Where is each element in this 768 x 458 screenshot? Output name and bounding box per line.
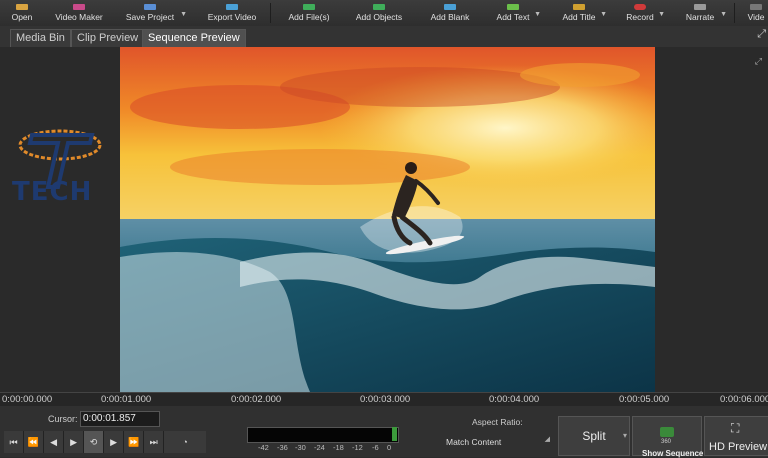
- meter-scale-label: -18: [333, 443, 344, 452]
- ruler-tick-label: 0:00:04.000: [489, 394, 540, 405]
- record-button[interactable]: Record ▼: [624, 0, 665, 26]
- chevron-down-icon[interactable]: ▼: [600, 11, 607, 18]
- toolbar-divider: [270, 3, 271, 23]
- meter-scale: -42 -36 -30 -24 -18 -12 -6 0: [252, 443, 402, 453]
- chevron-down-icon[interactable]: ▼: [658, 11, 665, 18]
- video-maker-icon: [73, 4, 85, 10]
- hd-preview-label: HD Preview: [709, 441, 768, 453]
- meter-scale-label: -42: [258, 443, 269, 452]
- cursor-label: Cursor:: [48, 414, 78, 424]
- surf-scene-image: [120, 47, 655, 392]
- cursor-time-field[interactable]: 0:00:01.857: [80, 411, 160, 427]
- skip-start-icon[interactable]: ⏮: [4, 431, 25, 453]
- chevron-down-icon[interactable]: ▼: [720, 11, 727, 18]
- video-frame: [120, 47, 655, 392]
- ruler-tick-label: 0:00:00.000: [2, 394, 53, 405]
- aspect-ratio-label: Aspect Ratio:: [472, 417, 523, 427]
- toolbar-divider: [734, 3, 735, 23]
- open-button[interactable]: Open: [6, 0, 38, 26]
- microphone-icon: [694, 4, 706, 10]
- audio-level-peak: [392, 427, 397, 441]
- narrate-button[interactable]: Narrate ▼: [682, 0, 727, 26]
- aspect-ratio-select[interactable]: Match Content ◢: [444, 434, 552, 450]
- tab-clip-preview[interactable]: Clip Preview: [71, 29, 145, 47]
- chevron-down-icon[interactable]: ▼: [180, 11, 187, 18]
- record-label: Record: [626, 12, 654, 22]
- export-video-button[interactable]: Export Video: [204, 0, 260, 26]
- camera-icon: [660, 427, 674, 437]
- add-files-label: Add File(s): [288, 12, 330, 22]
- meter-scale-label: -24: [314, 443, 325, 452]
- open-label: Open: [11, 12, 33, 22]
- add-text-label: Add Text: [496, 12, 530, 22]
- step-back-icon[interactable]: ◀: [44, 431, 65, 453]
- resize-icon[interactable]: ⤢: [755, 56, 762, 67]
- add-text-icon: [507, 4, 519, 10]
- chevron-down-icon[interactable]: ▾: [623, 417, 627, 455]
- add-blank-icon: [444, 4, 456, 10]
- ruler-tick-label: 0:00:06.000: [720, 394, 768, 405]
- add-title-label: Add Title: [562, 12, 596, 22]
- preview-area: TECH: [0, 47, 768, 392]
- meter-scale-label: -6: [372, 443, 379, 452]
- export-icon: [226, 4, 238, 10]
- preview-tabs: Media Bin Clip Preview Sequence Preview: [0, 26, 768, 47]
- video-maker-label: Video Maker: [55, 12, 103, 22]
- add-files-icon: [303, 4, 315, 10]
- tab-sequence-preview[interactable]: Sequence Preview: [142, 29, 246, 47]
- logo-text: TECH: [12, 177, 93, 207]
- video-button-partial[interactable]: Vide: [744, 0, 768, 26]
- add-objects-label: Add Objects: [355, 12, 403, 22]
- meter-scale-label: -30: [295, 443, 306, 452]
- preview-360-label: 360: [661, 439, 672, 445]
- transport-bar: ⏮ ⏪ ◀ ▶ ⟲ ▶ ⏩ ⏭ ◔: [4, 431, 206, 453]
- video-label: Vide: [747, 12, 765, 22]
- timeline-ruler[interactable]: 0:00:00.000 0:00:01.000 0:00:02.000 0:00…: [0, 392, 768, 407]
- add-blank-button[interactable]: Add Blank: [428, 0, 472, 26]
- aspect-ratio-value: Match Content: [446, 437, 502, 447]
- add-blank-label: Add Blank: [430, 12, 470, 22]
- tab-media-bin[interactable]: Media Bin: [10, 29, 71, 47]
- audio-level-meter: [247, 427, 399, 443]
- video-maker-button[interactable]: Video Maker: [52, 0, 106, 26]
- split-button[interactable]: Split ▾: [558, 416, 630, 456]
- skip-end-icon[interactable]: ⏭: [144, 431, 165, 453]
- meter-scale-label: 0: [387, 443, 392, 452]
- video-icon: [750, 4, 762, 10]
- step-forward-icon[interactable]: ▶: [104, 431, 125, 453]
- record-icon: [634, 4, 646, 10]
- fullscreen-arrows-icon: ⛶: [731, 421, 740, 435]
- fullscreen-icon[interactable]: ◔: [164, 431, 206, 453]
- save-project-label: Save Project: [125, 12, 175, 22]
- add-title-icon: [573, 4, 585, 10]
- hd-preview-button[interactable]: ⛶ HD Preview: [704, 416, 768, 456]
- add-files-button[interactable]: Add File(s): [286, 0, 332, 26]
- meter-scale-label: -12: [352, 443, 363, 452]
- add-objects-icon: [373, 4, 385, 10]
- main-toolbar: Open Video Maker Save Project ▼ Export V…: [0, 0, 768, 27]
- play-icon[interactable]: ▶: [64, 431, 85, 453]
- ruler-tick-label: 0:00:01.000: [101, 394, 152, 405]
- next-icon[interactable]: ⏩: [124, 431, 145, 453]
- meter-scale-label: -36: [277, 443, 288, 452]
- ruler-tick-label: 0:00:03.000: [360, 394, 411, 405]
- save-project-button[interactable]: Save Project ▼: [122, 0, 187, 26]
- expand-icon[interactable]: ⤢: [757, 28, 766, 41]
- narrate-label: Narrate: [685, 12, 715, 22]
- ruler-tick-label: 0:00:05.000: [619, 394, 670, 405]
- save-icon: [144, 4, 156, 10]
- add-text-button[interactable]: Add Text ▼: [494, 0, 541, 26]
- chevron-down-icon[interactable]: ▼: [534, 11, 541, 18]
- ruler-tick-label: 0:00:02.000: [231, 394, 282, 405]
- add-title-button[interactable]: Add Title ▼: [560, 0, 607, 26]
- folder-icon: [16, 4, 28, 10]
- export-video-label: Export Video: [207, 12, 257, 22]
- prev-icon[interactable]: ⏪: [24, 431, 45, 453]
- split-label: Split: [582, 429, 606, 443]
- add-objects-button[interactable]: Add Objects: [354, 0, 404, 26]
- loop-icon[interactable]: ⟲: [84, 431, 105, 453]
- chevron-down-icon: ◢: [544, 436, 550, 443]
